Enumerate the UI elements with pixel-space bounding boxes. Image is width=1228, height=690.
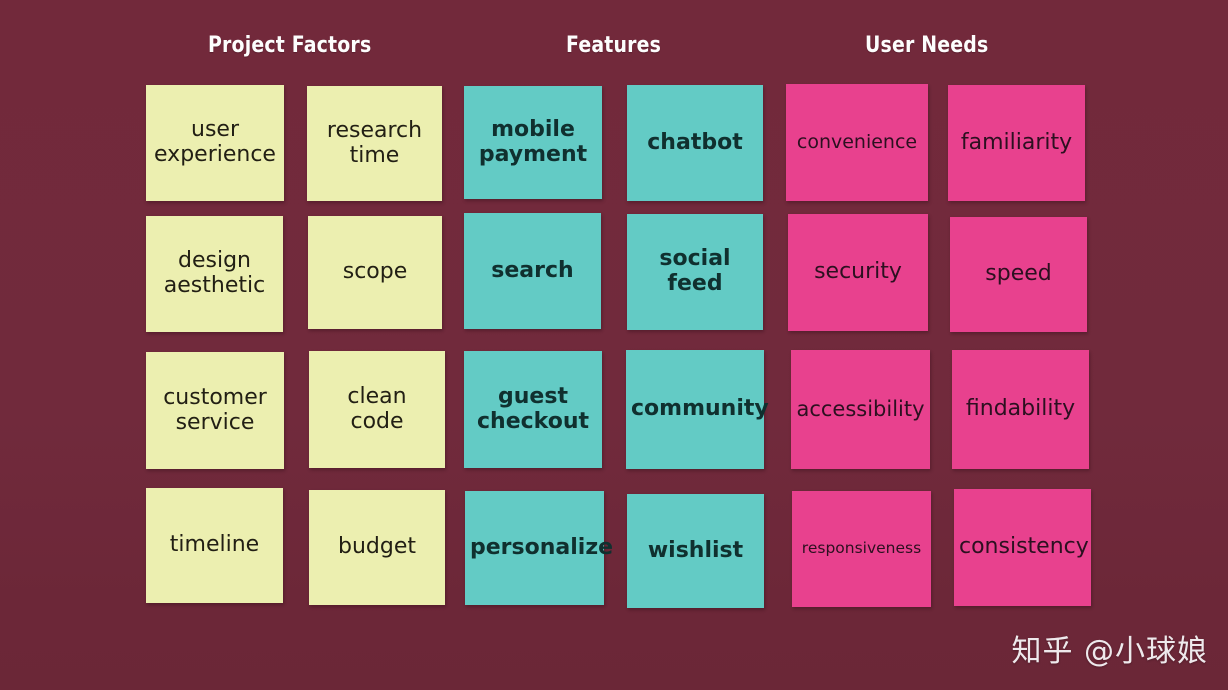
sticky-note-text: guest checkout — [477, 383, 589, 434]
affinity-diagram-board: Project Factors Features User Needs user… — [0, 0, 1228, 690]
sticky-note[interactable]: scope — [308, 216, 442, 329]
sticky-note[interactable]: budget — [309, 490, 445, 605]
sticky-note-text: familiarity — [960, 129, 1073, 155]
sticky-note-text: research time — [326, 117, 423, 168]
sticky-note[interactable]: search — [464, 213, 601, 329]
sticky-note-text: design aesthetic — [163, 248, 266, 298]
sticky-note-text: mobile payment — [478, 116, 588, 167]
sticky-note-text: consistency — [959, 534, 1089, 560]
column-heading-features: Features — [566, 33, 662, 58]
sticky-note-text: accessibility — [796, 396, 925, 421]
sticky-note-text: budget — [338, 534, 416, 560]
sticky-note[interactable]: speed — [950, 217, 1087, 332]
column-heading-user-needs: User Needs — [865, 33, 989, 58]
column-heading-project-factors: Project Factors — [208, 33, 372, 58]
sticky-note[interactable]: timeline — [146, 488, 283, 603]
sticky-note-text: clean code — [347, 383, 407, 434]
sticky-note[interactable]: design aesthetic — [146, 216, 283, 332]
sticky-note-text: community — [631, 396, 769, 422]
sticky-note[interactable]: research time — [307, 86, 442, 201]
sticky-note[interactable]: familiarity — [948, 85, 1085, 201]
sticky-note[interactable]: guest checkout — [464, 351, 602, 468]
sticky-note-text: scope — [342, 259, 408, 285]
sticky-note[interactable]: customer service — [146, 352, 284, 469]
watermark: 知乎 @小球娘 — [1011, 634, 1208, 669]
sticky-note[interactable]: responsiveness — [792, 491, 931, 607]
sticky-note-text: convenience — [796, 130, 918, 153]
sticky-note[interactable]: consistency — [954, 489, 1091, 606]
sticky-note-text: findability — [965, 396, 1076, 422]
sticky-note[interactable]: security — [788, 214, 928, 331]
sticky-note-text: responsiveness — [801, 539, 922, 558]
sticky-note[interactable]: clean code — [309, 351, 445, 468]
sticky-note-text: timeline — [169, 532, 260, 558]
sticky-note-text: social feed — [659, 246, 731, 296]
sticky-note-text: speed — [985, 261, 1052, 287]
sticky-note-text: security — [814, 259, 902, 285]
sticky-note-text: wishlist — [647, 537, 744, 563]
sticky-note[interactable]: convenience — [786, 84, 928, 201]
sticky-note[interactable]: community — [626, 350, 769, 469]
sticky-note[interactable]: mobile payment — [464, 86, 602, 199]
sticky-note[interactable]: chatbot — [627, 85, 763, 201]
sticky-note[interactable]: social feed — [627, 214, 763, 330]
sticky-note-text: search — [491, 257, 574, 283]
sticky-note-text: chatbot — [647, 129, 743, 155]
sticky-note-text: customer service — [163, 384, 267, 435]
sticky-note[interactable]: findability — [952, 350, 1089, 469]
sticky-note-text: user experience — [154, 117, 276, 167]
sticky-note[interactable]: accessibility — [791, 350, 930, 469]
sticky-note[interactable]: wishlist — [627, 494, 764, 608]
sticky-note-text: personalize — [470, 534, 614, 560]
sticky-note[interactable]: user experience — [146, 85, 284, 201]
sticky-note[interactable]: personalize — [465, 491, 614, 605]
